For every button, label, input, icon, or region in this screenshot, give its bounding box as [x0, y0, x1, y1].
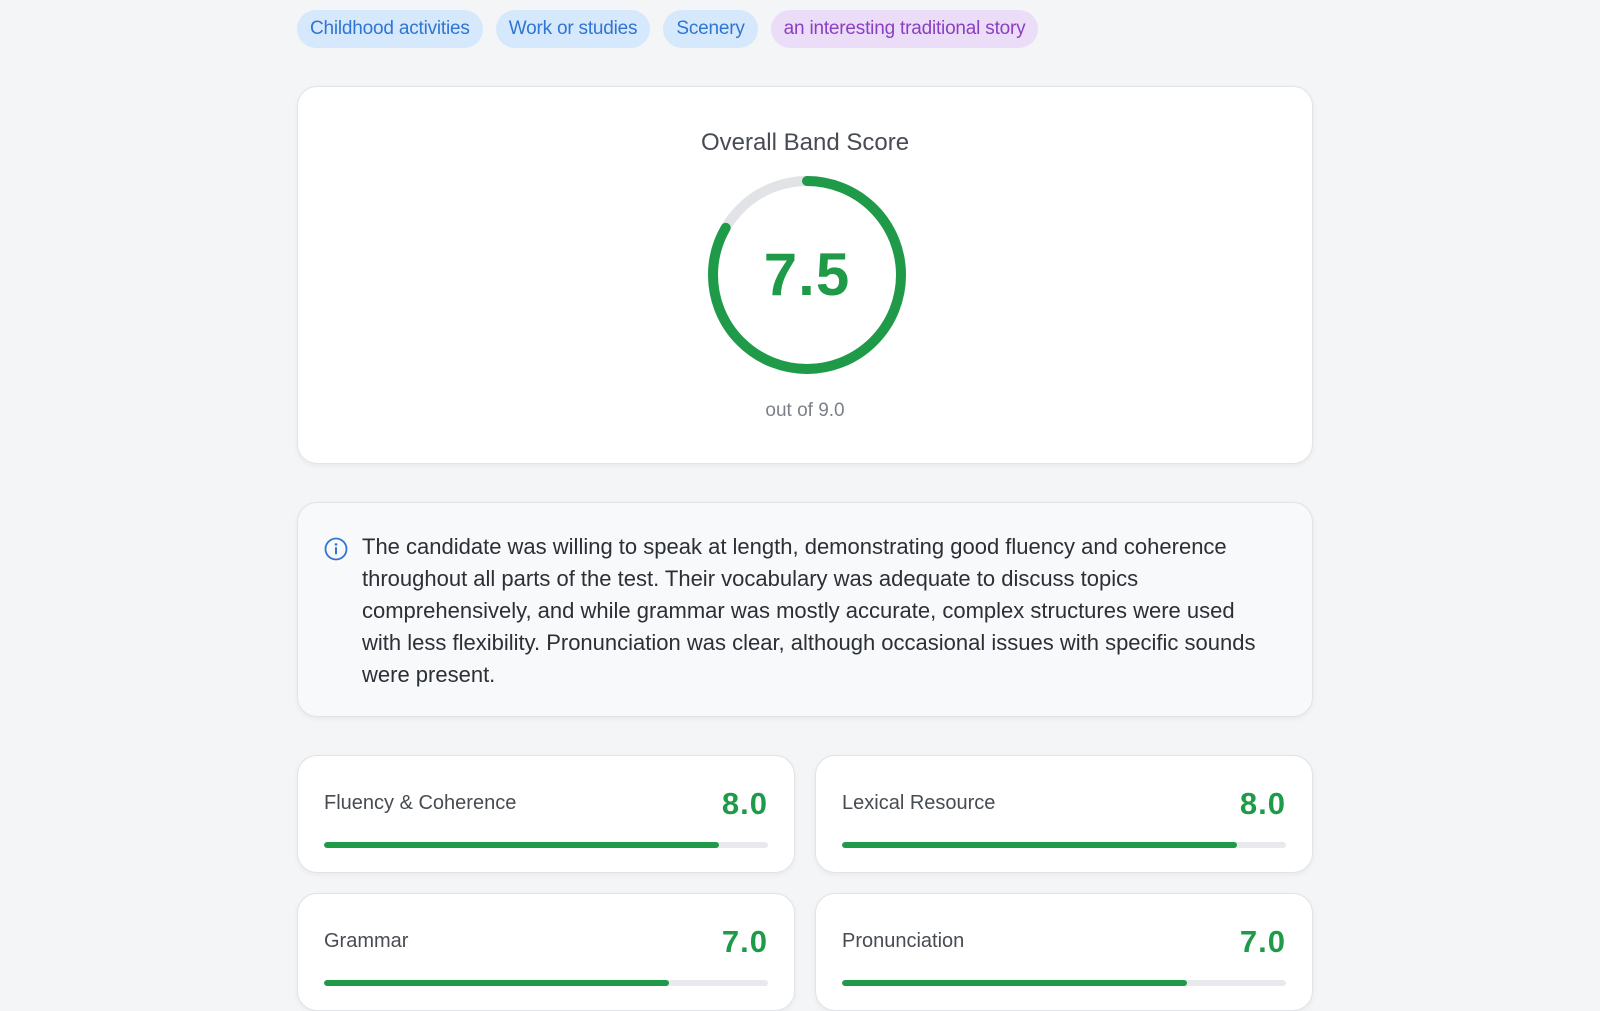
criterion-progress-fill [842, 842, 1237, 848]
criterion-label: Grammar [324, 930, 409, 952]
info-icon [324, 537, 348, 561]
criterion-progress-track [842, 842, 1286, 848]
criterion-card-fluency: Fluency & Coherence 8.0 [297, 755, 795, 873]
criterion-score: 8.0 [1239, 786, 1286, 821]
criterion-card-lexical: Lexical Resource 8.0 [815, 755, 1313, 873]
topic-tags: Childhood activities Work or studies Sce… [297, 10, 1313, 48]
overall-score-max: out of 9.0 [765, 400, 845, 421]
band-score-report: Childhood activities Work or studies Sce… [297, 0, 1313, 1011]
examiner-summary-text: The candidate was willing to speak at le… [362, 534, 1256, 687]
criterion-label: Lexical Resource [842, 792, 996, 814]
criterion-progress-fill [324, 842, 719, 848]
topic-tag-scenery[interactable]: Scenery [663, 10, 758, 48]
overall-score-value: 7.5 [763, 241, 851, 308]
criterion-card-grammar: Grammar 7.0 [297, 893, 795, 1011]
criterion-card-pronunciation: Pronunciation 7.0 [815, 893, 1313, 1011]
criteria-scores: Fluency & Coherence 8.0 Lexical Resource… [297, 755, 1313, 1011]
criterion-progress-fill [842, 980, 1188, 986]
criterion-progress-track [324, 842, 768, 848]
criterion-score: 7.0 [721, 924, 768, 959]
topic-tag-traditional-story[interactable]: an interesting traditional story [770, 10, 1039, 48]
topic-tag-childhood-activities[interactable]: Childhood activities [297, 10, 483, 48]
criterion-score: 7.0 [1239, 924, 1286, 959]
examiner-summary-card: The candidate was willing to speak at le… [297, 502, 1313, 717]
topic-tag-work-or-studies[interactable]: Work or studies [495, 10, 651, 48]
criterion-score: 8.0 [721, 786, 768, 821]
criterion-label: Pronunciation [842, 930, 965, 952]
criterion-progress-track [324, 980, 768, 986]
overall-score-label: Overall Band Score [700, 129, 910, 156]
overall-score-card: Overall Band Score 7.5 out of 9.0 [297, 86, 1313, 464]
criterion-progress-fill [324, 980, 670, 986]
criterion-label: Fluency & Coherence [324, 792, 517, 814]
criterion-progress-track [842, 980, 1286, 986]
